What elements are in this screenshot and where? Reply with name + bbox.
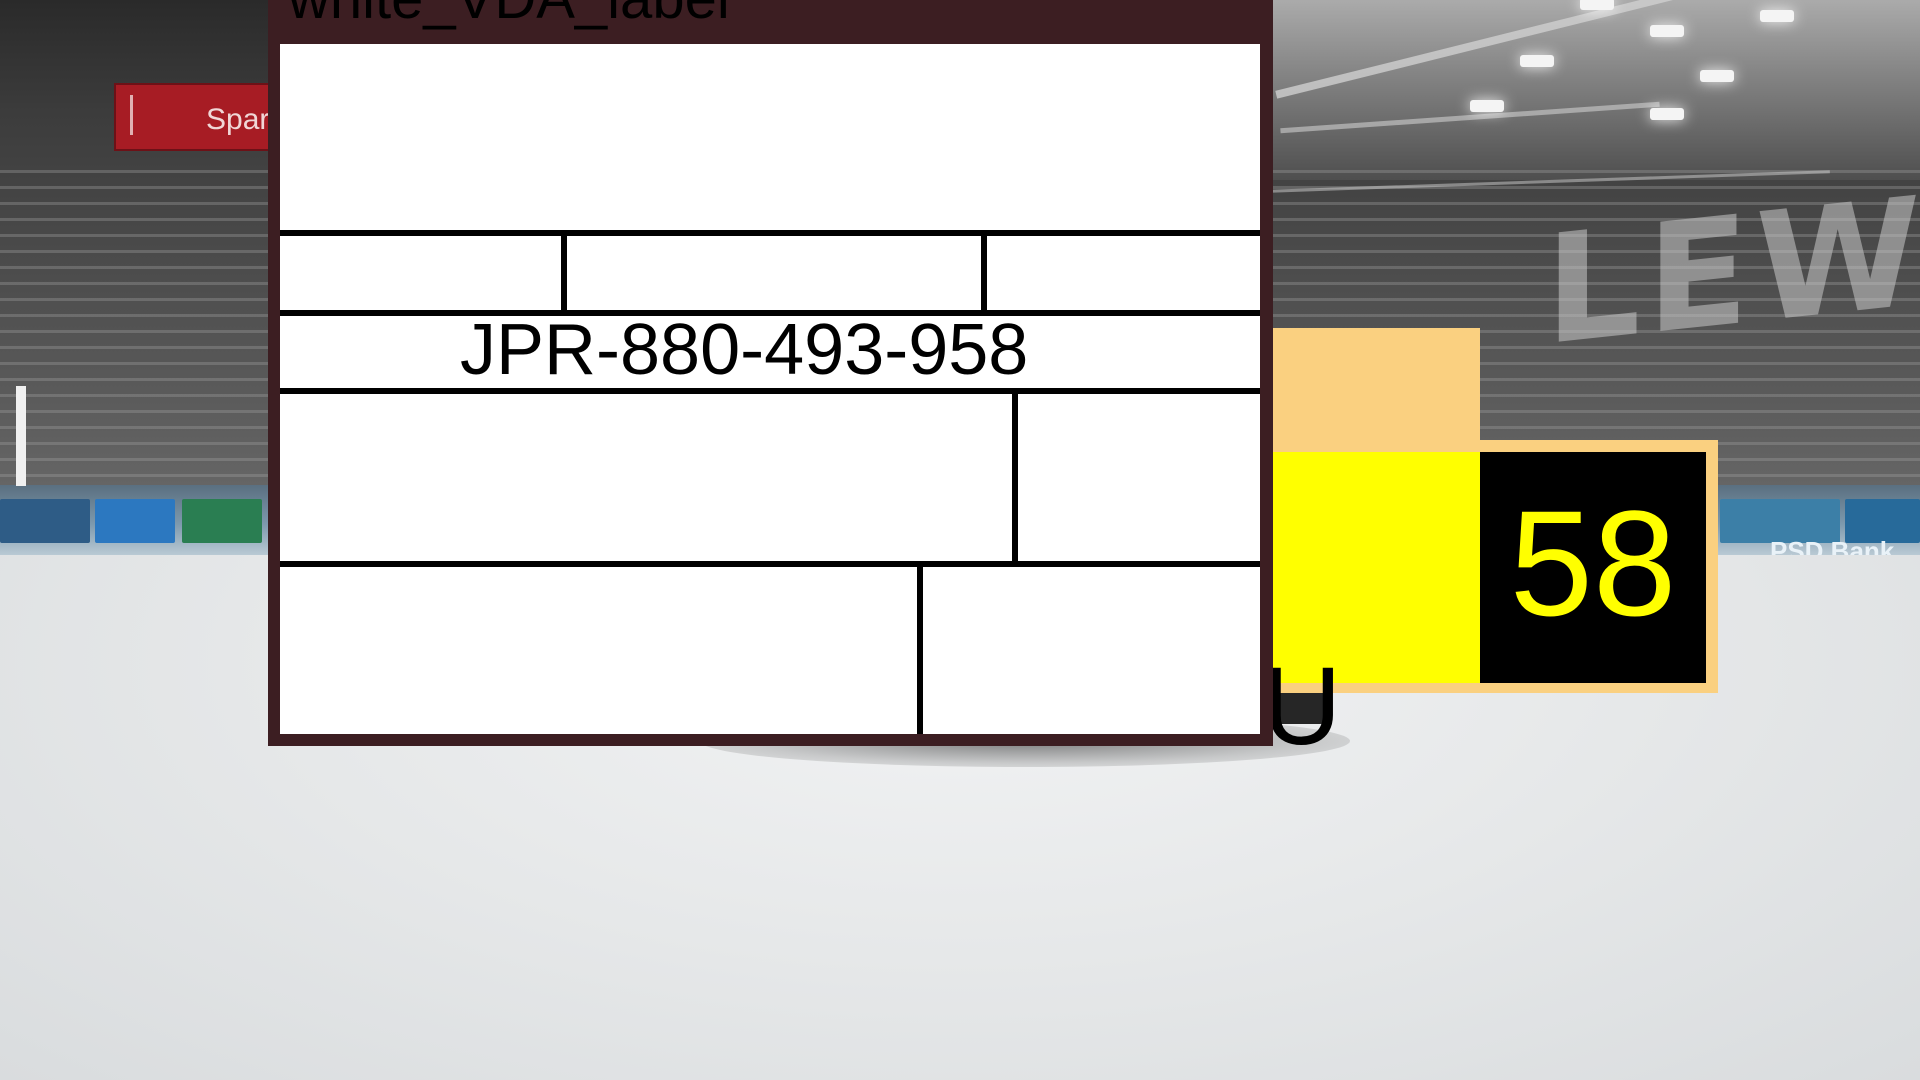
ad-board (95, 499, 175, 543)
score-widget: U 58 (1262, 328, 1718, 762)
vda-label-title: white_VDA_label (288, 0, 730, 28)
goal-post (16, 386, 26, 486)
vda-label-code-row: JPR-880-493-958 (280, 314, 1260, 386)
ceiling-lamp (1580, 0, 1614, 10)
vda-label-code: JPR-880-493-958 (460, 310, 1029, 390)
score-tab (1262, 328, 1480, 440)
team-name: U (1262, 645, 1342, 768)
score-value: 58 (1509, 478, 1677, 647)
ceiling-lamp (1520, 55, 1554, 67)
vda-label-body: JPR-880-493-958 (280, 44, 1260, 734)
label-column-divider (1012, 388, 1018, 561)
ad-board (182, 499, 262, 543)
ad-board (0, 499, 90, 543)
vda-label-panel: white_VDA_label JPR-880-493-958 (268, 0, 1273, 746)
score-value-box: 58 (1480, 452, 1706, 683)
sponsor-logo (130, 95, 189, 135)
ceiling-lamp (1650, 25, 1684, 37)
ceiling-lamp (1650, 108, 1684, 120)
ceiling-lamp (1760, 10, 1794, 22)
screen: LEW Spar PSD Bank U 58 white_VDA_label (0, 0, 1920, 1080)
ceiling-lamp (1700, 70, 1734, 82)
label-row-divider (280, 230, 1260, 236)
sponsor-sign: Spar (114, 83, 278, 151)
label-column-divider (917, 561, 923, 734)
label-row-divider (280, 561, 1260, 567)
sponsor-sign-text: Spar (206, 103, 270, 136)
label-column-divider (561, 230, 567, 310)
team-name-box: U (1262, 452, 1480, 762)
label-column-divider (981, 230, 987, 310)
ceiling-lamp (1470, 100, 1504, 112)
